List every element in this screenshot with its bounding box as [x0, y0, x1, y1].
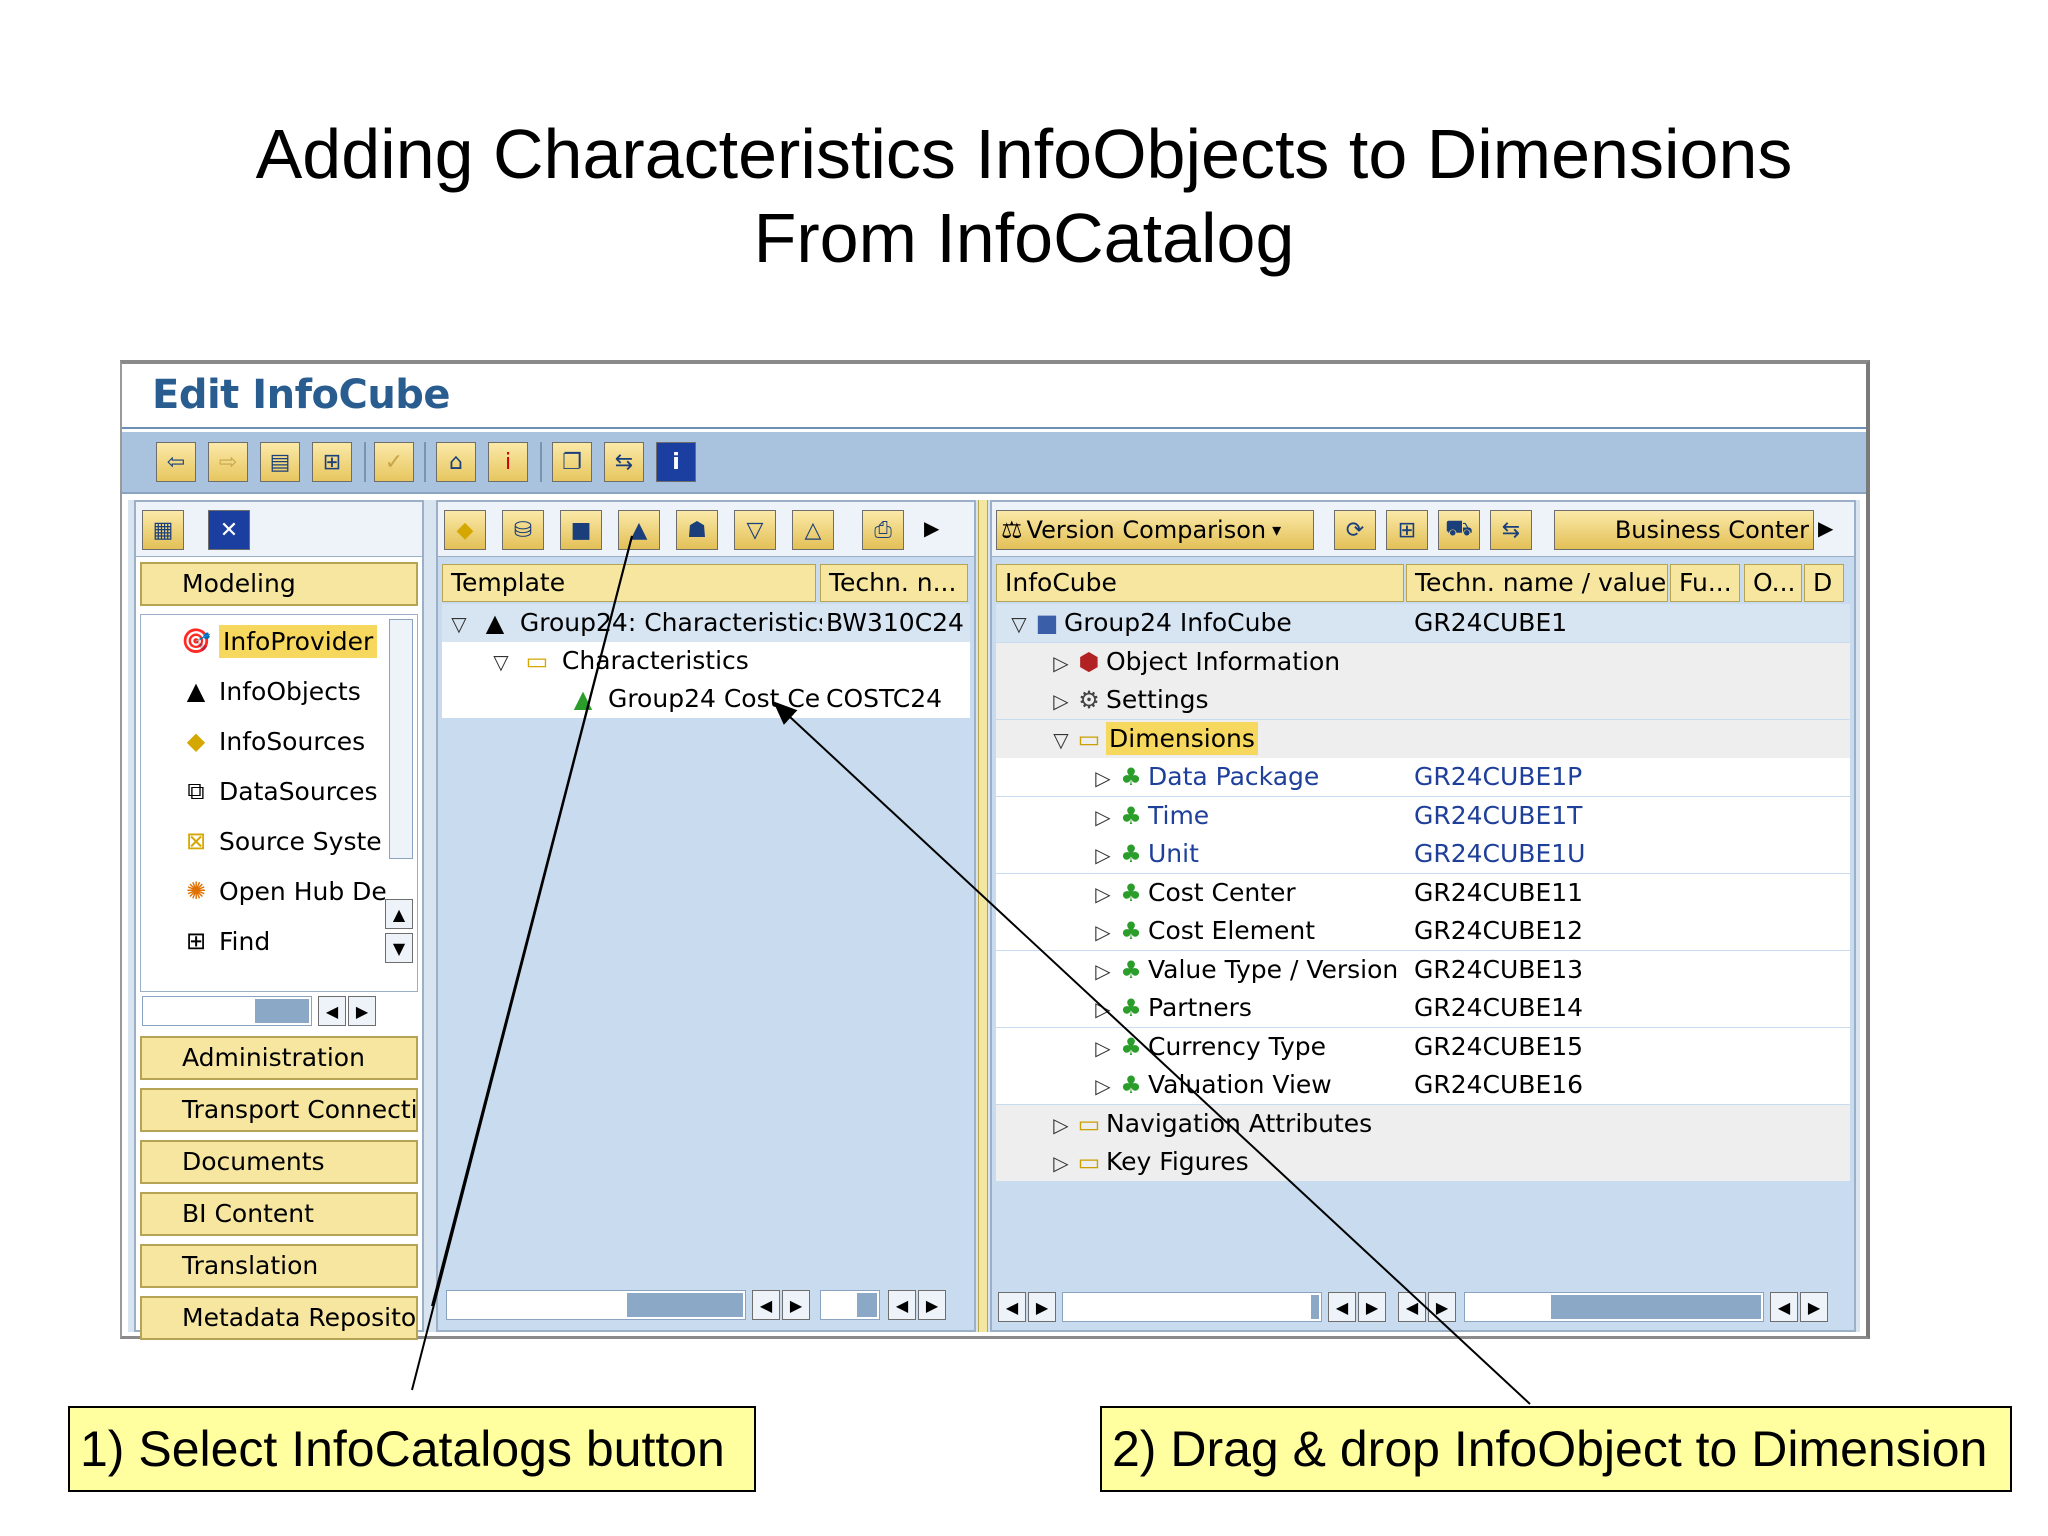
annotation-lines — [411, 535, 1531, 1405]
drag-drop-arrow — [773, 701, 1531, 1405]
pointer-line-step1-secondary — [431, 535, 633, 1307]
